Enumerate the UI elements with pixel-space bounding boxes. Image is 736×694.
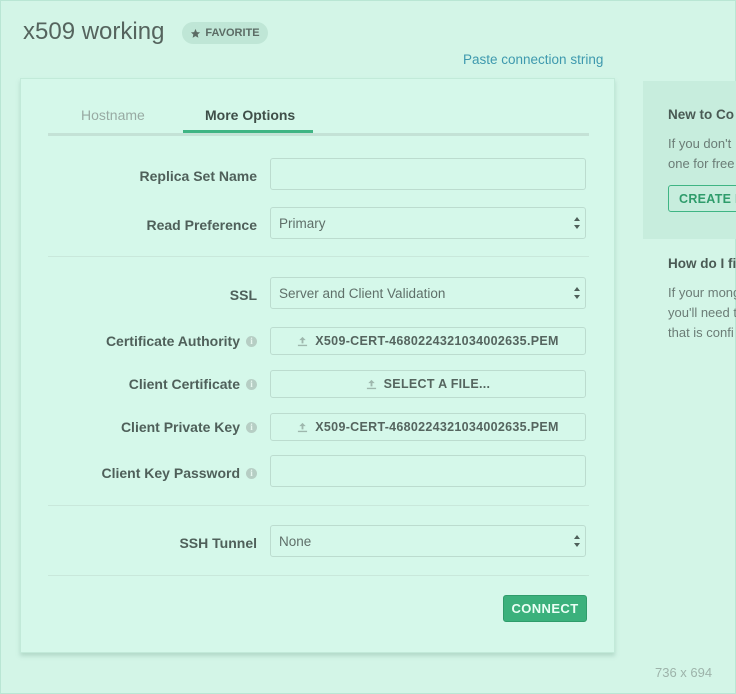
tab-bar: Hostname More Options [48,99,589,136]
side-text-line: that is confi [668,325,734,340]
side-text-line: If you don't [668,136,732,151]
favorite-label: FAVORITE [205,27,260,39]
cert-authority-label: Certificate Authority i [106,333,257,349]
client-cert-file-name: SELECT A FILE... [383,377,491,391]
favorite-badge[interactable]: FAVORITE [182,22,268,44]
client-cert-file-button[interactable]: SELECT A FILE... [270,370,586,398]
replica-set-input[interactable] [270,158,586,190]
select-arrows-icon [574,535,580,547]
ssh-tunnel-label: SSH Tunnel [179,535,257,551]
read-preference-value: Primary [279,216,326,231]
cert-authority-file-name: X509-CERT-4680224321034002635.PEM [315,334,559,348]
client-key-password-input[interactable] [270,455,586,487]
ssl-label: SSL [230,287,257,303]
section-divider [48,505,589,506]
upload-icon [366,379,376,389]
read-preference-label: Read Preference [146,217,257,233]
page-title: x509 working [23,18,165,45]
cert-authority-label-text: Certificate Authority [105,333,240,349]
side-info-panel: New to Co If you don't one for free CREA… [643,81,736,239]
info-icon[interactable]: i [246,378,257,390]
section-divider [48,575,589,576]
ssh-tunnel-select[interactable]: None [270,525,586,557]
select-arrows-icon [574,217,580,229]
ssh-tunnel-value: None [279,534,312,549]
tab-more-options[interactable]: More Options [205,107,295,123]
side-heading-how: How do I fi [668,256,736,271]
read-preference-select[interactable]: Primary [270,207,586,239]
client-cert-label: Client Certificate i [129,376,257,392]
create-free-cluster-button[interactable]: CREATE F [668,185,736,212]
read-preference-label-text: Read Preference [146,217,257,233]
client-key-password-label-text: Client Key Password [101,465,241,481]
cert-authority-file-button[interactable]: X509-CERT-4680224321034002635.PEM [270,327,586,355]
section-divider [48,256,589,257]
dimensions-readout: 736 x 694 [655,665,713,680]
client-key-file-button[interactable]: X509-CERT-4680224321034002635.PEM [270,413,586,441]
client-key-file-name: X509-CERT-4680224321034002635.PEM [315,420,559,434]
select-arrows-icon [574,287,580,299]
active-tab-indicator [183,130,313,133]
upload-icon [298,336,308,346]
ssh-tunnel-label-text: SSH Tunnel [179,535,257,551]
info-icon[interactable]: i [246,467,257,479]
connect-button[interactable]: CONNECT [503,595,587,622]
paste-connection-string-link[interactable]: Paste connection string [463,52,603,67]
client-key-label: Client Private Key i [121,419,257,435]
client-key-password-label: Client Key Password i [101,465,257,481]
ssl-label-text: SSL [229,287,257,303]
side-text-line: you'll need t [668,305,736,320]
ssl-select[interactable]: Server and Client Validation [270,277,586,309]
client-key-label-text: Client Private Key [120,419,240,435]
side-text-line: If your mong [668,285,736,300]
replica-set-label: Replica Set Name [140,168,258,184]
upload-icon [298,422,308,432]
tab-hostname[interactable]: Hostname [81,107,145,123]
connection-form-card: Hostname More Options Replica Set Name R… [20,78,615,653]
replica-set-label-text: Replica Set Name [139,168,258,184]
side-heading-new: New to Co [668,107,734,122]
side-text-line: one for free [668,156,735,171]
ssl-value: Server and Client Validation [279,286,446,301]
client-cert-label-text: Client Certificate [128,376,240,392]
info-icon[interactable]: i [246,421,257,433]
info-icon[interactable]: i [246,335,257,347]
star-icon [191,28,201,38]
